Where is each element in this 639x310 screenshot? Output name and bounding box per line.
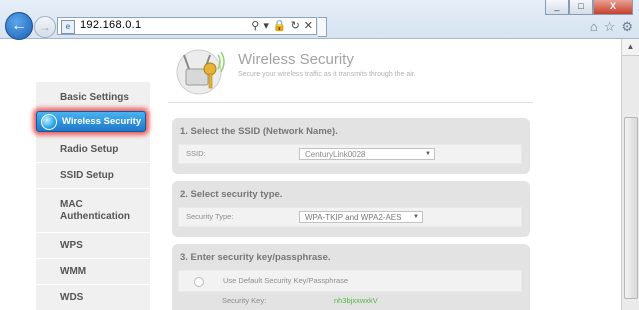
address-tools: ⚲ ▾ 🔒 ↻ ✕ xyxy=(251,18,313,34)
ssid-selected-value: CenturyLink0028 xyxy=(305,150,366,159)
home-icon[interactable]: ⌂ xyxy=(590,19,598,35)
search-icon[interactable]: ⚲ xyxy=(251,18,259,34)
chevron-down-icon: ▼ xyxy=(413,214,419,220)
sidebar-item-mac-authentication[interactable]: MAC Authentication xyxy=(36,189,150,233)
default-key-row: Use Default Security Key/Passphrase xyxy=(178,270,522,292)
forward-button[interactable]: → xyxy=(34,16,56,38)
back-arrow-icon: ← xyxy=(11,17,27,34)
router-admin-page: Wireless Security Secure your wireless t… xyxy=(0,39,622,310)
sidebar-item-basic-settings[interactable]: Basic Settings xyxy=(36,85,150,111)
security-key-value: nh3bjxxwxkV xyxy=(334,296,378,305)
default-key-radio[interactable] xyxy=(194,277,204,287)
active-globe-icon xyxy=(41,113,57,130)
default-key-option-label: Use Default Security Key/Passphrase xyxy=(223,276,349,285)
chevron-down-icon: ▼ xyxy=(425,151,431,157)
security-type-section: 2. Select security type. Security Type: … xyxy=(172,181,530,237)
close-button[interactable]: X xyxy=(593,0,633,15)
sidebar-item-ssid-setup[interactable]: SSID Setup xyxy=(36,163,150,189)
back-button[interactable]: ← xyxy=(5,12,33,40)
sidebar-item-wds[interactable]: WDS xyxy=(36,285,150,310)
wireless-security-logo-icon xyxy=(176,49,225,95)
address-bar[interactable]: e 192.168.0.1 ⚲ ▾ 🔒 ↻ ✕ xyxy=(57,17,317,35)
sidebar-item-wireless-security[interactable]: Wireless Security xyxy=(36,111,146,132)
sidebar-item-label: Radio Setup xyxy=(60,143,119,155)
sidebar-item-label: WDS xyxy=(60,291,84,303)
sidebar-item-label: MAC Authentication xyxy=(60,198,130,222)
sidebar-item-radio-setup[interactable]: Radio Setup xyxy=(36,137,150,163)
page-favicon-icon: e xyxy=(61,20,75,34)
ssid-section-heading: 1. Select the SSID (Network Name). xyxy=(180,126,338,137)
sidebar-item-label: SSID Setup xyxy=(60,169,114,181)
maximize-button[interactable]: □ xyxy=(569,0,593,15)
forward-arrow-icon: → xyxy=(39,20,51,34)
settings-gear-icon[interactable]: ⚙ xyxy=(621,19,633,35)
page-subtitle: Secure your wireless traffic as it trans… xyxy=(238,71,416,78)
security-key-label: Security Key: xyxy=(222,296,267,305)
security-key-heading: 3. Enter security key/passphrase. xyxy=(180,252,331,263)
vertical-scrollbar[interactable]: ▲ xyxy=(621,39,639,310)
sidebar-item-label: WMM xyxy=(60,265,87,277)
window-controls: _ □ X xyxy=(545,0,633,15)
page-title: Wireless Security xyxy=(238,51,354,68)
scrollbar-thumb[interactable] xyxy=(624,117,638,299)
security-key-row: Security Key: nh3bjxxwxkV xyxy=(178,296,522,310)
security-key-section: 3. Enter security key/passphrase. Use De… xyxy=(172,244,530,310)
security-type-label: Security Type: xyxy=(186,212,234,221)
sidebar-item-label: Wireless Security xyxy=(62,116,142,127)
browser-toolbar: _ □ X ← → e 192.168.0.1 ⚲ ▾ 🔒 ↻ ✕ ⌂ ☆ ⚙ xyxy=(0,0,639,40)
security-type-row: Security Type: WPA-TKIP and WPA2-AES ▼ xyxy=(178,207,522,227)
security-type-select[interactable]: WPA-TKIP and WPA2-AES ▼ xyxy=(299,211,423,223)
lock-icon[interactable]: 🔒 xyxy=(273,18,287,34)
refresh-icon[interactable]: ↻ xyxy=(291,18,300,34)
sidebar-item-wmm[interactable]: WMM xyxy=(36,259,150,285)
header-divider xyxy=(168,102,533,103)
ssid-row: SSID: CenturyLink0028 ▼ xyxy=(178,144,522,164)
sidebar-item-label: WPS xyxy=(60,239,83,251)
scroll-up-arrow-icon[interactable]: ▲ xyxy=(622,39,639,56)
ssid-section: 1. Select the SSID (Network Name). SSID:… xyxy=(172,118,530,174)
ssid-select[interactable]: CenturyLink0028 ▼ xyxy=(299,148,435,160)
favorites-star-icon[interactable]: ☆ xyxy=(604,19,616,35)
stop-icon[interactable]: ✕ xyxy=(304,18,313,34)
url-text[interactable]: 192.168.0.1 xyxy=(80,19,141,31)
dropdown-icon[interactable]: ▾ xyxy=(263,18,269,34)
sidebar-item-label: Basic Settings xyxy=(60,91,129,103)
security-type-selected-value: WPA-TKIP and WPA2-AES xyxy=(305,213,402,222)
sidebar-item-wps[interactable]: WPS xyxy=(36,233,150,259)
security-type-heading: 2. Select security type. xyxy=(180,189,283,200)
new-tab-button[interactable] xyxy=(318,17,327,37)
ssid-label: SSID: xyxy=(186,149,206,158)
minimize-button[interactable]: _ xyxy=(545,0,569,15)
browser-right-icons: ⌂ ☆ ⚙ xyxy=(590,19,633,35)
